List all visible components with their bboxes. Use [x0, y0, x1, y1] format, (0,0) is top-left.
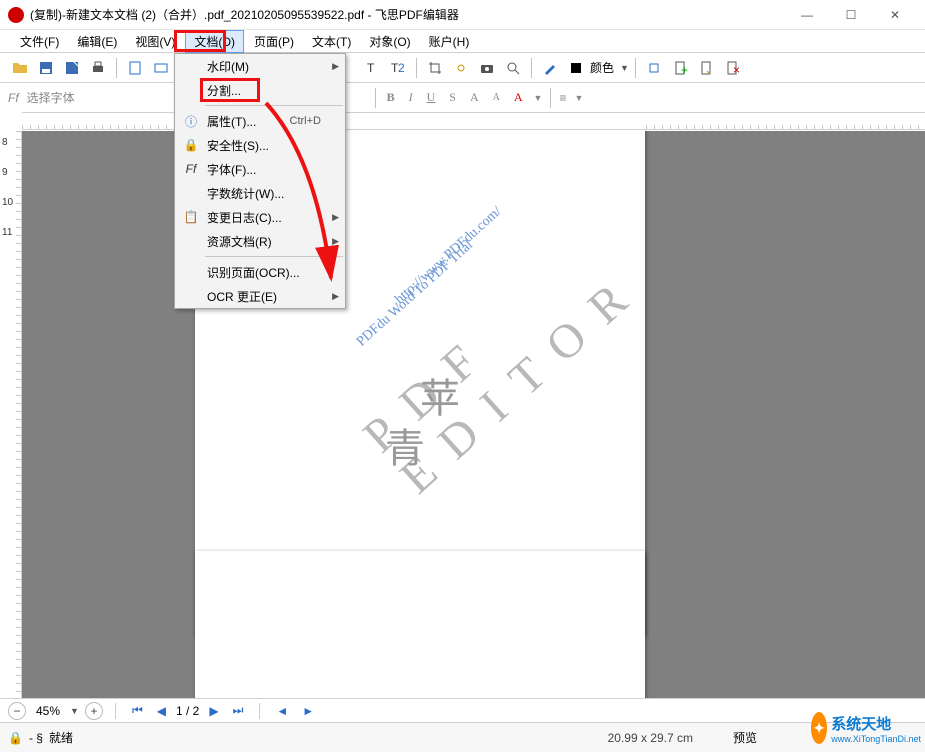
menu-watermark[interactable]: 水印(M)▶: [175, 54, 345, 78]
font-icon: Ff: [8, 91, 19, 105]
svg-text:2: 2: [398, 61, 405, 75]
fit-page-button[interactable]: [123, 56, 147, 80]
text-tool-button[interactable]: T: [360, 56, 384, 80]
brand-logo-icon: ✦: [811, 712, 827, 744]
forward-button[interactable]: ►: [298, 704, 318, 718]
status-bar: 🔒 - § 就绪 20.99 x 29.7 cm 预览: [0, 722, 925, 752]
linespacing-icon[interactable]: ≡: [559, 91, 566, 105]
menubar: 文件(F) 编辑(E) 视图(V) 文档(D) 页面(P) 文本(T) 对象(O…: [0, 30, 925, 52]
insert-page-button[interactable]: +: [668, 56, 692, 80]
zoom-value[interactable]: 45%: [36, 704, 60, 718]
fit-width-button[interactable]: [149, 56, 173, 80]
extract-page-button[interactable]: [694, 56, 718, 80]
first-page-button[interactable]: ⏮: [128, 703, 147, 718]
snapshot-button[interactable]: [475, 56, 499, 80]
menu-fonts[interactable]: Ff字体(F)...: [175, 157, 345, 181]
ruler-horizontal: [22, 112, 925, 130]
fill-button[interactable]: [564, 56, 588, 80]
dropdown-icon[interactable]: ▼: [534, 93, 543, 103]
zoom-in-button[interactable]: +: [85, 702, 103, 720]
ruler-vertical: 8 9 10 11: [0, 131, 22, 722]
menu-ocr[interactable]: 识别页面(OCR)...: [175, 260, 345, 284]
saveas-button[interactable]: [60, 56, 84, 80]
close-button[interactable]: ✕: [873, 1, 917, 29]
menu-account[interactable]: 账户(H): [421, 31, 478, 52]
menu-ocr-correct[interactable]: OCR 更正(E)▶: [175, 284, 345, 308]
last-page-button[interactable]: ⏭: [229, 703, 248, 718]
open-button[interactable]: [8, 56, 32, 80]
bold-button[interactable]: B: [387, 90, 395, 105]
back-button[interactable]: ◄: [272, 704, 292, 718]
window-title: (复制)-新建文本文档 (2)（合并）.pdf_2021020509553952…: [30, 6, 785, 23]
brand-url: www.XiTongTianDi.net: [831, 734, 921, 744]
titlebar: (复制)-新建文本文档 (2)（合并）.pdf_2021020509553952…: [0, 0, 925, 30]
menu-properties[interactable]: ⓘ属性(T)...Ctrl+D: [175, 109, 345, 133]
italic-button[interactable]: I: [409, 90, 413, 105]
stamp-button[interactable]: [642, 56, 666, 80]
log-icon: 📋: [179, 210, 203, 224]
subscript-button[interactable]: A: [493, 92, 500, 103]
svg-text:×: ×: [733, 63, 740, 76]
maximize-button[interactable]: ☐: [829, 1, 873, 29]
menu-security[interactable]: 🔒安全性(S)...: [175, 133, 345, 157]
dropdown-icon[interactable]: ▼: [70, 706, 79, 716]
document-area: 8 9 10 11 PDF EDITOR http://www.PDFdu.co…: [0, 131, 925, 722]
dropdown-icon[interactable]: ▼: [574, 93, 583, 103]
brand-watermark: ✦ 系统天地 www.XiTongTianDi.net: [811, 708, 921, 748]
svg-text:+: +: [681, 63, 688, 76]
zoom-bar: − 45% ▼ + ⏮ ◀ 1 / 2 ▶ ⏭ ◄ ►: [0, 698, 925, 722]
menu-document[interactable]: 文档(D): [185, 30, 244, 53]
menu-split[interactable]: 分割...: [175, 78, 345, 102]
crop-button[interactable]: [423, 56, 447, 80]
menu-edit[interactable]: 编辑(E): [69, 31, 125, 52]
text-edit-button[interactable]: T2: [386, 56, 410, 80]
menu-text[interactable]: 文本(T): [304, 31, 359, 52]
document-menu-dropdown: 水印(M)▶ 分割... ⓘ属性(T)...Ctrl+D 🔒安全性(S)... …: [174, 53, 346, 309]
brand-name: 系统天地: [831, 713, 921, 734]
page-2[interactable]: PDF EDITOR http://www.PDFdu.com/ PDFdu W…: [195, 551, 645, 722]
underline-button[interactable]: U: [427, 90, 436, 105]
font-select[interactable]: 选择字体: [27, 89, 177, 106]
pen-button[interactable]: [538, 56, 562, 80]
page-indicator[interactable]: 1 / 2: [176, 704, 199, 718]
font-icon: Ff: [179, 162, 203, 176]
page-text: 苹: [420, 366, 460, 424]
superscript-button[interactable]: A: [470, 90, 479, 105]
page-canvas[interactable]: PDF EDITOR http://www.PDFdu.com/ PDFdu W…: [22, 131, 925, 722]
delete-page-button[interactable]: ×: [720, 56, 744, 80]
menu-resources[interactable]: 资源文档(R)▶: [175, 229, 345, 253]
status-text: 就绪: [49, 729, 73, 746]
page-text: 青: [385, 416, 425, 474]
strike-button[interactable]: S: [449, 90, 456, 105]
lock-icon: 🔒: [179, 138, 203, 152]
next-page-button[interactable]: ▶: [205, 704, 222, 718]
menu-view[interactable]: 视图(V): [127, 31, 183, 52]
main-toolbar: T T2 颜色 ▼ + ×: [0, 52, 925, 82]
svg-text:T: T: [367, 61, 375, 75]
page-dimensions: 20.99 x 29.7 cm: [608, 731, 693, 745]
save-button[interactable]: [34, 56, 58, 80]
link-button[interactable]: [449, 56, 473, 80]
search-button[interactable]: [501, 56, 525, 80]
minimize-button[interactable]: —: [785, 1, 829, 29]
dropdown-icon[interactable]: ▼: [620, 63, 629, 73]
fontcolor-button[interactable]: A: [514, 90, 523, 105]
prev-page-button[interactable]: ◀: [153, 704, 170, 718]
status-bullet: - §: [29, 731, 43, 745]
color-label: 颜色: [590, 59, 614, 76]
menu-wordcount[interactable]: 字数统计(W)...: [175, 181, 345, 205]
menu-object[interactable]: 对象(O): [361, 31, 418, 52]
print-button[interactable]: [86, 56, 110, 80]
info-icon: ⓘ: [179, 113, 203, 130]
zoom-out-button[interactable]: −: [8, 702, 26, 720]
lock-icon: 🔒: [8, 731, 23, 745]
menu-page[interactable]: 页面(P): [246, 31, 302, 52]
menu-changelog[interactable]: 📋变更日志(C)...▶: [175, 205, 345, 229]
app-icon: [8, 7, 24, 23]
preview-label[interactable]: 预览: [733, 729, 757, 746]
menu-file[interactable]: 文件(F): [12, 31, 67, 52]
format-toolbar: Ff 选择字体 ▼ B I U S A A A ▼ ≡ ▼: [0, 82, 925, 112]
